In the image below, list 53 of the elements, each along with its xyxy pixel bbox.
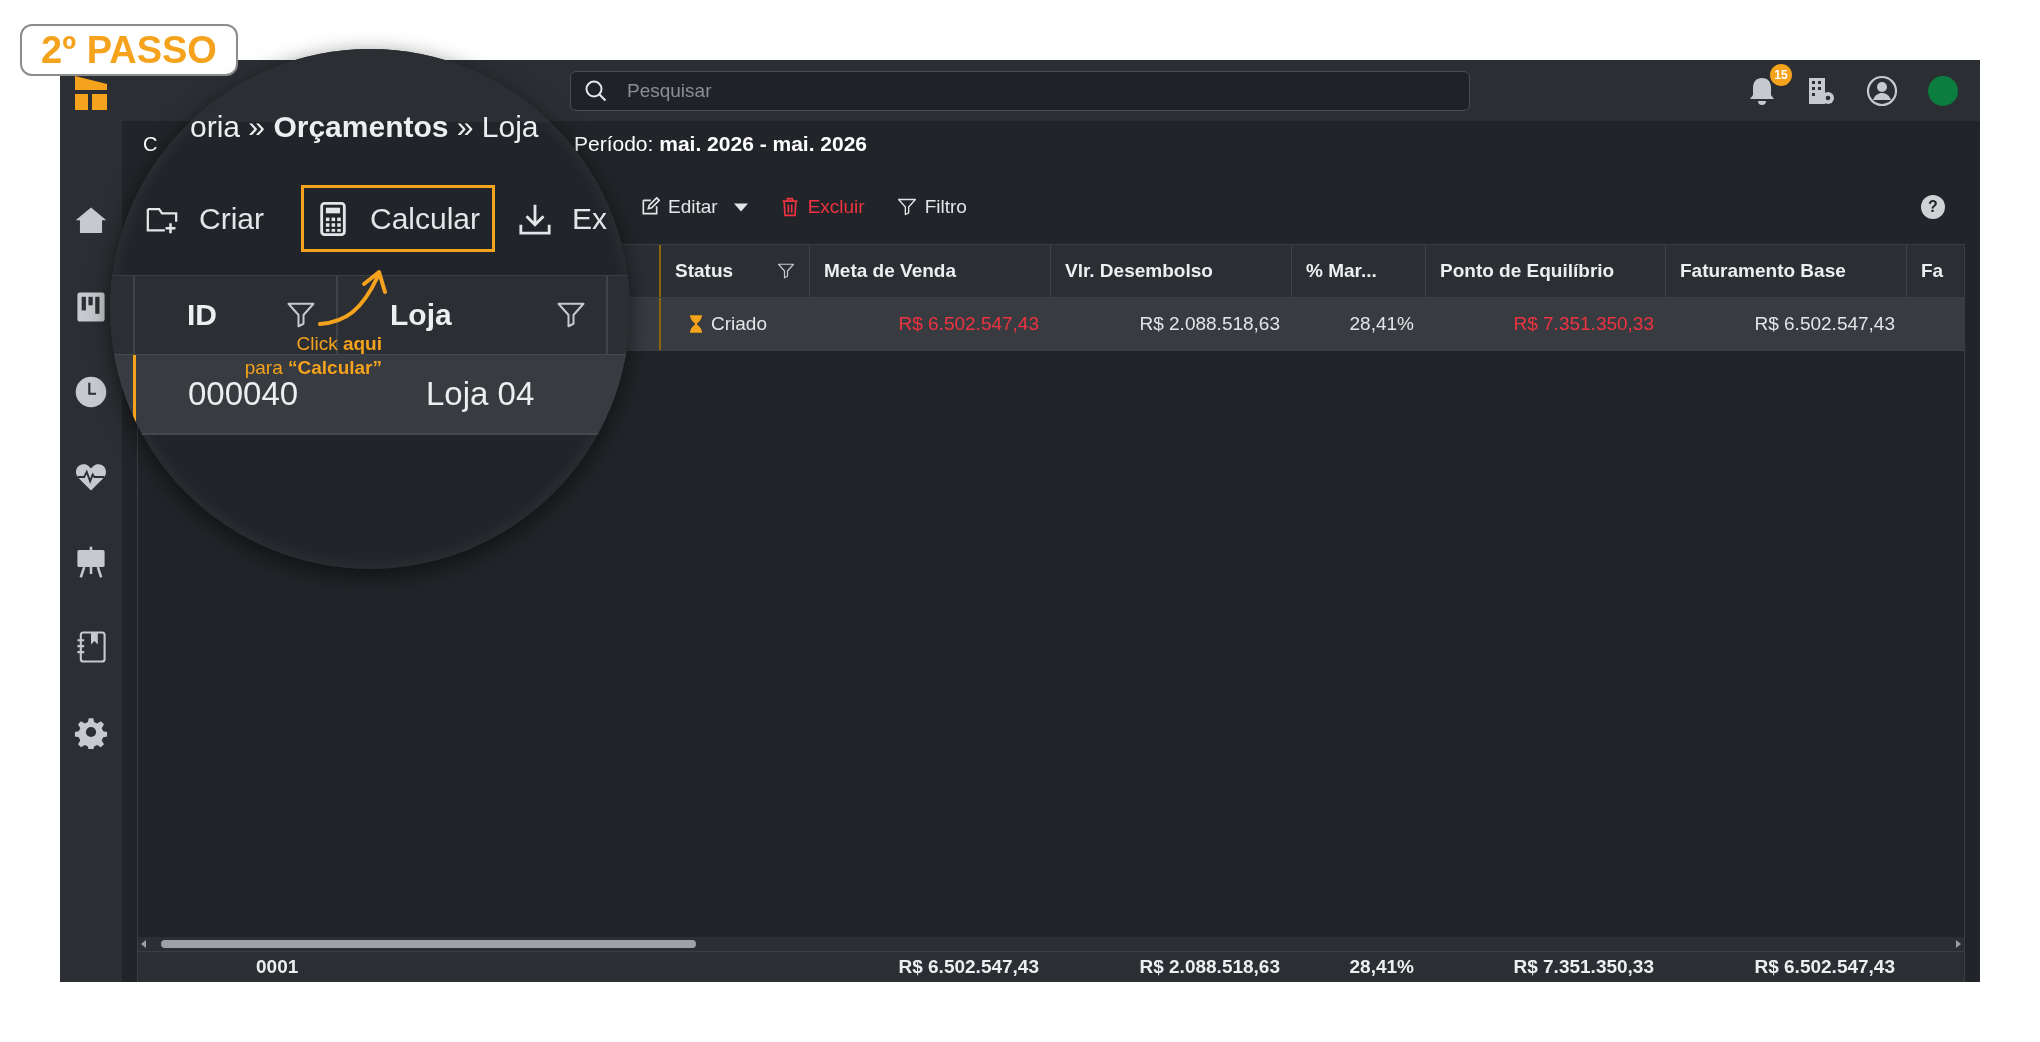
filter-icon[interactable]	[777, 262, 795, 280]
settings-icon[interactable]	[74, 715, 108, 749]
table-cell: R$ 7.351.350,33	[1513, 313, 1654, 335]
board-icon[interactable]	[74, 290, 108, 324]
footer-total: R$ 6.502.547,43	[898, 956, 1039, 978]
breadcrumb-text: C	[143, 132, 159, 156]
hourglass-icon	[689, 315, 703, 333]
callout-text: Click aqui	[296, 332, 382, 356]
edit-icon	[640, 197, 660, 217]
clock-icon[interactable]	[74, 375, 108, 409]
filter-icon	[896, 197, 917, 217]
bell-icon[interactable]	[1748, 75, 1776, 106]
filter-button[interactable]: Filtro	[886, 192, 977, 222]
period-text: Período: mai. 2026 - mai. 2026	[574, 132, 868, 156]
footer-total: 28,41%	[1349, 956, 1414, 978]
footer-total: R$ 6.502.547,43	[1754, 956, 1895, 978]
column-header[interactable]: Faturamento Base	[1666, 245, 1907, 297]
caret-icon	[733, 202, 748, 212]
footer-total: R$ 7.351.350,33	[1513, 956, 1654, 978]
footer-count: 0001	[256, 956, 299, 977]
search-field[interactable]: Pesquisar	[570, 70, 1470, 111]
magnified-cell: Loja 04	[426, 375, 535, 413]
table-cell: Criado	[711, 313, 767, 335]
magnified-column-header[interactable]: Loja	[390, 298, 586, 332]
column-header[interactable]: Ponto de Equilíbrio	[1426, 245, 1666, 297]
step-badge: 2º PASSO	[20, 24, 238, 76]
column-header[interactable]: Status	[661, 245, 810, 297]
building-gear-icon[interactable]	[1806, 75, 1836, 106]
edit-button[interactable]: Editar	[630, 192, 758, 222]
delete-button[interactable]: Excluir	[769, 192, 875, 222]
scrollbar-thumb[interactable]	[161, 940, 696, 948]
horizontal-scrollbar[interactable]	[138, 937, 1964, 951]
breadcrumb-text: oria » Orçamentos » Loja	[190, 109, 539, 145]
easel-icon[interactable]	[74, 545, 108, 579]
callout-text: para “Calcular”	[244, 356, 382, 380]
footer-total: R$ 2.088.518,63	[1139, 956, 1280, 978]
status-dot	[1928, 75, 1958, 106]
help-button[interactable]: ?	[1921, 195, 1945, 219]
column-header[interactable]: Vlr. Desembolso	[1051, 245, 1292, 297]
notebook-icon[interactable]	[74, 630, 108, 664]
magnified-column-header[interactable]: ID	[187, 298, 316, 332]
column-header[interactable]: Meta de Venda	[810, 245, 1051, 297]
table-cell: R$ 2.088.518,63	[1139, 313, 1280, 335]
create-button[interactable]: Criar	[130, 185, 279, 252]
notification-count: 15	[1770, 63, 1792, 86]
user-icon[interactable]	[1866, 74, 1898, 107]
table-cell: R$ 6.502.547,43	[898, 313, 1039, 335]
table-cell: 28,41%	[1349, 313, 1414, 335]
table-cell: R$ 6.502.547,43	[1754, 313, 1895, 335]
calculate-button[interactable]: Calcular	[301, 185, 496, 252]
column-header[interactable]: Fa	[1907, 245, 1964, 297]
export-button[interactable]: Ex	[503, 185, 623, 252]
column-header[interactable]: % Mar...	[1292, 245, 1426, 297]
